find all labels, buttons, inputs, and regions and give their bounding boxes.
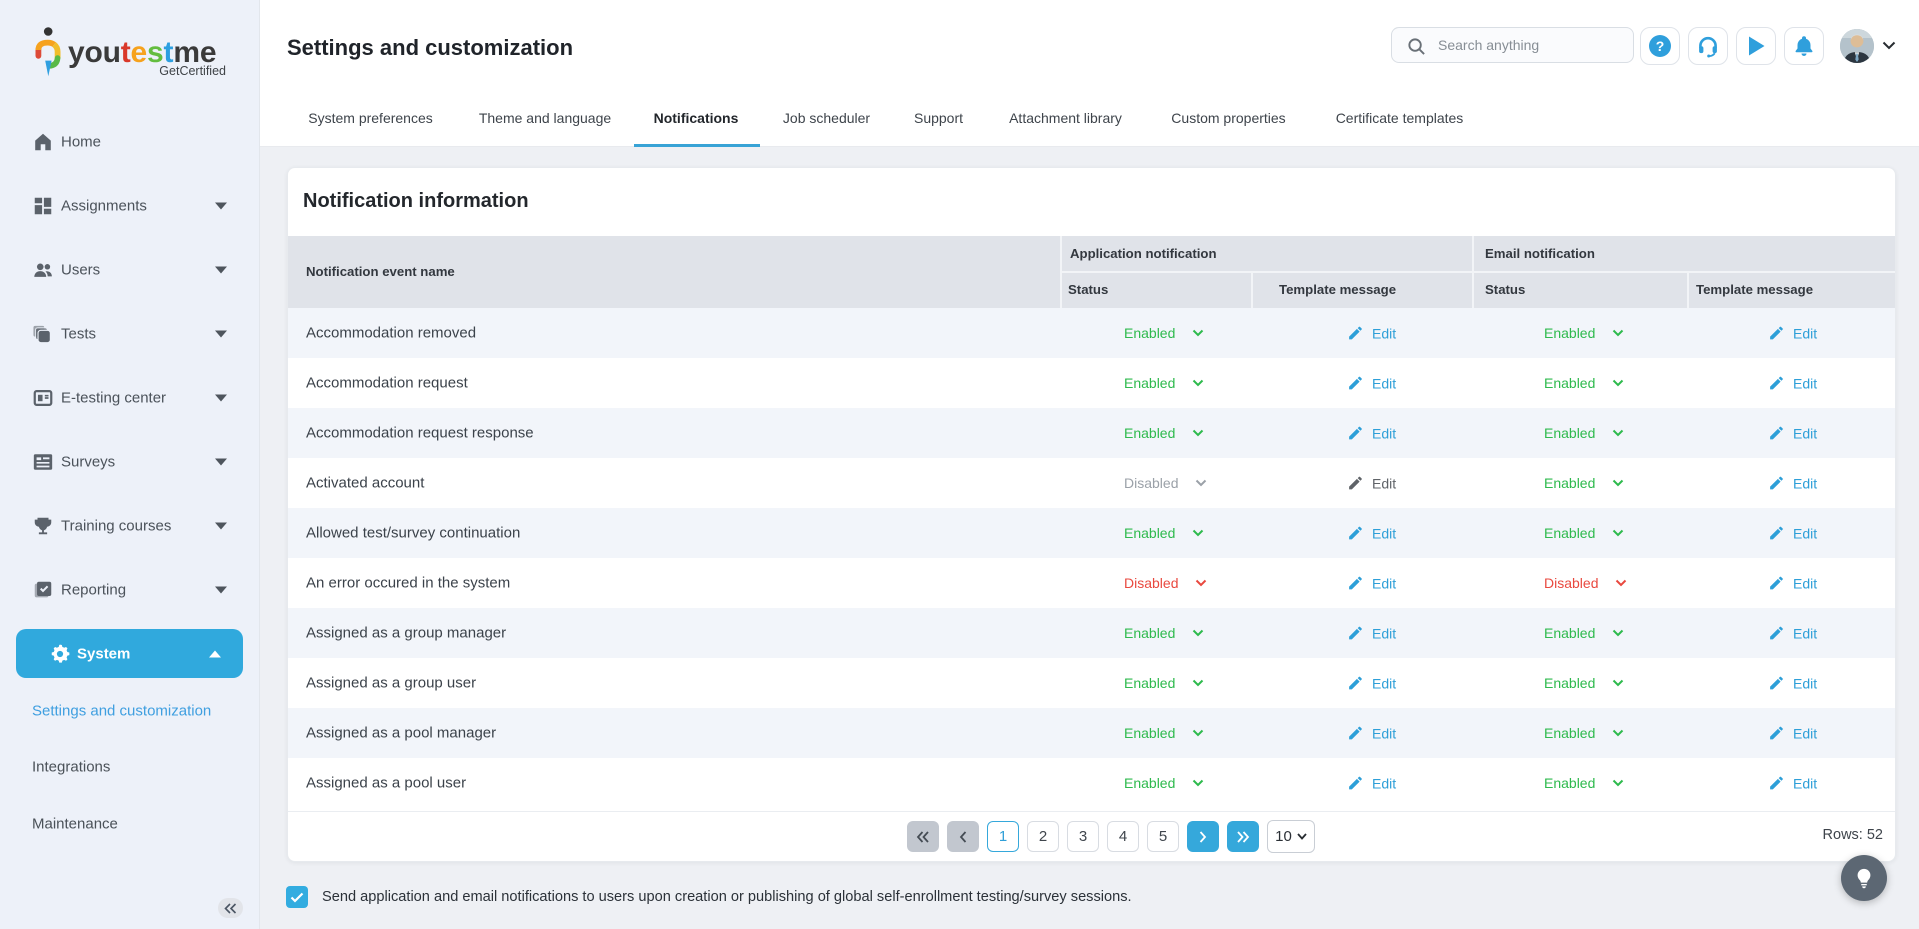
svg-text:?: ?	[1656, 38, 1665, 54]
